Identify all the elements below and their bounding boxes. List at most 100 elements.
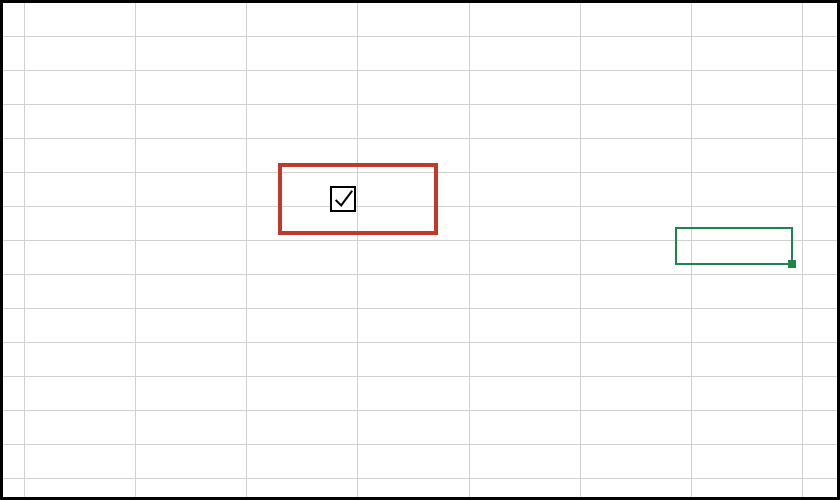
grid-cell[interactable] — [358, 309, 469, 343]
grid-cell[interactable] — [803, 105, 837, 139]
grid-cell[interactable] — [470, 241, 581, 275]
grid-cell[interactable] — [581, 139, 692, 173]
grid-cell[interactable] — [581, 377, 692, 411]
grid-cell[interactable] — [3, 3, 25, 37]
grid-cell[interactable] — [247, 241, 358, 275]
grid-cell[interactable] — [358, 479, 469, 500]
grid-cell[interactable] — [470, 343, 581, 377]
grid-cell[interactable] — [136, 241, 247, 275]
grid-cell[interactable] — [581, 3, 692, 37]
grid-cell[interactable] — [3, 343, 25, 377]
grid-cell[interactable] — [136, 139, 247, 173]
grid-cell[interactable] — [3, 139, 25, 173]
grid-cell[interactable] — [3, 275, 25, 309]
grid-cell[interactable] — [25, 309, 136, 343]
grid-cell[interactable] — [358, 3, 469, 37]
grid-cell[interactable] — [25, 479, 136, 500]
grid-cell[interactable] — [3, 309, 25, 343]
grid-cell[interactable] — [358, 275, 469, 309]
grid-cell[interactable] — [470, 377, 581, 411]
grid-cell[interactable] — [803, 343, 837, 377]
grid-cell[interactable] — [136, 479, 247, 500]
grid-cell[interactable] — [692, 445, 803, 479]
grid-cell[interactable] — [358, 139, 469, 173]
grid-cell[interactable] — [803, 411, 837, 445]
grid-cell[interactable] — [581, 479, 692, 500]
grid-cell[interactable] — [692, 3, 803, 37]
grid-cell[interactable] — [247, 377, 358, 411]
grid-cell[interactable] — [25, 445, 136, 479]
grid-cell[interactable] — [358, 173, 469, 207]
grid-cell[interactable] — [692, 309, 803, 343]
grid-cell[interactable] — [803, 275, 837, 309]
grid-cell[interactable] — [803, 479, 837, 500]
grid-cell[interactable] — [358, 71, 469, 105]
grid-cell[interactable] — [581, 411, 692, 445]
grid-cell[interactable] — [25, 411, 136, 445]
grid-cell[interactable] — [358, 105, 469, 139]
grid-cell[interactable] — [247, 309, 358, 343]
grid-cell[interactable] — [470, 445, 581, 479]
grid-cell[interactable] — [247, 343, 358, 377]
grid-cell[interactable] — [358, 207, 469, 241]
grid-cell[interactable] — [247, 411, 358, 445]
grid-cell[interactable] — [136, 37, 247, 71]
grid-cell[interactable] — [25, 343, 136, 377]
grid-cell[interactable] — [581, 173, 692, 207]
grid-cell[interactable] — [581, 445, 692, 479]
grid-cell[interactable] — [247, 445, 358, 479]
grid-cell[interactable] — [3, 173, 25, 207]
grid-cell[interactable] — [470, 411, 581, 445]
grid-cell[interactable] — [803, 445, 837, 479]
grid-cell[interactable] — [470, 139, 581, 173]
grid-cell[interactable] — [25, 105, 136, 139]
grid-cell[interactable] — [136, 445, 247, 479]
grid-cell[interactable] — [581, 241, 692, 275]
grid-cell[interactable] — [3, 71, 25, 105]
grid-cell[interactable] — [136, 343, 247, 377]
grid-cell[interactable] — [581, 207, 692, 241]
grid-cell[interactable] — [803, 37, 837, 71]
grid-cell[interactable] — [3, 207, 25, 241]
grid-cell[interactable] — [581, 71, 692, 105]
grid-cell[interactable] — [692, 275, 803, 309]
grid-cell[interactable] — [692, 105, 803, 139]
grid-cell[interactable] — [803, 241, 837, 275]
grid-cell[interactable] — [136, 309, 247, 343]
grid-cell[interactable] — [25, 241, 136, 275]
grid-cell[interactable] — [358, 343, 469, 377]
grid-cell[interactable] — [470, 207, 581, 241]
grid-cell[interactable] — [581, 343, 692, 377]
grid-cell[interactable] — [358, 37, 469, 71]
grid-cell[interactable] — [25, 377, 136, 411]
grid-cell[interactable] — [692, 479, 803, 500]
grid-cell[interactable] — [803, 207, 837, 241]
grid-cell[interactable] — [136, 71, 247, 105]
grid-cell[interactable] — [692, 139, 803, 173]
grid-cell[interactable] — [470, 479, 581, 500]
grid-cell[interactable] — [358, 445, 469, 479]
grid-cell[interactable] — [470, 71, 581, 105]
grid-cell[interactable] — [470, 173, 581, 207]
grid-cell[interactable] — [247, 275, 358, 309]
grid-cell[interactable] — [470, 309, 581, 343]
grid-cell[interactable] — [25, 3, 136, 37]
grid-cell[interactable] — [581, 309, 692, 343]
grid-cell[interactable] — [136, 411, 247, 445]
grid-cell[interactable] — [692, 241, 803, 275]
grid-cell[interactable] — [470, 37, 581, 71]
grid-cell[interactable] — [247, 71, 358, 105]
grid-cell[interactable] — [247, 139, 358, 173]
grid-cell[interactable] — [358, 377, 469, 411]
grid-cell[interactable] — [136, 377, 247, 411]
grid-cell[interactable] — [692, 37, 803, 71]
grid-cell[interactable] — [692, 71, 803, 105]
grid-cell[interactable] — [803, 3, 837, 37]
fill-handle[interactable] — [788, 260, 796, 268]
grid-cell[interactable] — [581, 37, 692, 71]
grid-cell[interactable] — [136, 105, 247, 139]
grid-cell[interactable] — [692, 343, 803, 377]
grid-cell[interactable] — [692, 207, 803, 241]
grid-cell[interactable] — [803, 71, 837, 105]
grid-cell[interactable] — [358, 411, 469, 445]
